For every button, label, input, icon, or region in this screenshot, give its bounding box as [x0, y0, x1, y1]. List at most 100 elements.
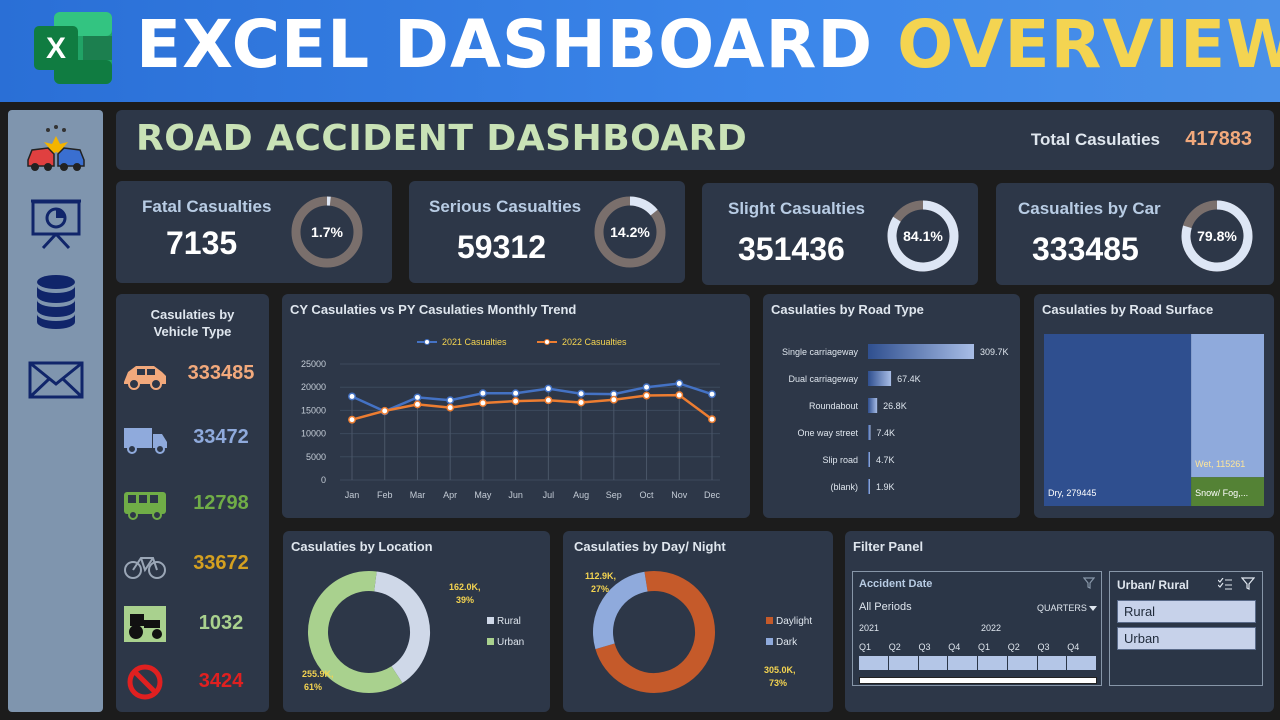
timeline-bar[interactable] [859, 656, 1097, 670]
slicer-option-urban[interactable]: Urban [1117, 627, 1256, 650]
kpi-label: Slight Casualties [728, 199, 865, 218]
data-label: 309.7K [980, 347, 1009, 357]
quarter-cell[interactable] [1037, 656, 1067, 670]
bar [868, 371, 892, 386]
data-label-percent: 61% [304, 682, 322, 692]
vehicle-row: 33672 [116, 544, 269, 584]
quarter-labels: Q1 Q2 Q3 Q4 Q1 Q2 Q3 Q4 [859, 642, 1097, 654]
vehicle-value: 3424 [198, 670, 244, 692]
vehicle-value: 33672 [193, 552, 249, 574]
y-tick-label: 25000 [301, 359, 326, 369]
vehicle-row: 33472 [116, 418, 269, 458]
data-point [413, 400, 422, 409]
timeline-year: 2021 [859, 623, 880, 633]
sidebar [8, 110, 103, 712]
bar [868, 479, 870, 494]
data-label: 4.7K [876, 455, 895, 465]
data-label: 1.9K [876, 482, 895, 492]
vehicle-row: 12798 [116, 484, 269, 524]
car-crash-icon[interactable] [8, 124, 103, 174]
quarter-cell[interactable] [1067, 656, 1096, 670]
multi-select-icon[interactable] [1218, 578, 1232, 590]
data-point [478, 389, 487, 398]
quarter-cell[interactable] [978, 656, 1007, 670]
data-label: 26.8K [883, 401, 907, 411]
quarter-label: Q1 [859, 642, 872, 652]
data-label: 67.4K [897, 374, 921, 384]
y-tick-label: 15000 [301, 405, 326, 415]
bar [868, 344, 974, 359]
x-tick-label: Apr [443, 490, 457, 500]
data-label-percent: 27% [591, 584, 609, 594]
data-label-value: 112.9K, [585, 571, 616, 581]
kpi-value: 7135 [166, 225, 238, 261]
y-tick-label: 5000 [306, 452, 326, 462]
vehicle-row: 1032 [116, 604, 269, 644]
data-point [348, 392, 356, 401]
total-casualties-label: Total Casulaties [1030, 130, 1160, 149]
road-type-chart: Single carriageway 309.7K Dual carriageway… [782, 344, 1009, 494]
category-label: Dual carriageway [788, 374, 858, 384]
accident-date-timeline[interactable]: Accident Date All Periods QUARTERS 2021 … [852, 571, 1102, 686]
data-label-value: 305.0K, [764, 665, 796, 675]
data-label-value: 162.0K, [449, 582, 481, 592]
data-point [609, 395, 618, 404]
legend-marker [424, 339, 430, 345]
clear-filter-icon[interactable] [1241, 577, 1255, 590]
car-icon [124, 366, 166, 390]
tractor-icon [124, 606, 166, 642]
quarter-cell[interactable] [859, 656, 888, 670]
legend-item: Dark [766, 637, 798, 648]
quarter-cell[interactable] [948, 656, 977, 670]
data-point [544, 396, 553, 405]
treemap-tile [1044, 334, 1192, 506]
legend-swatch [766, 638, 773, 645]
x-tick-label: Nov [671, 490, 688, 500]
data-point [478, 399, 487, 407]
vehicle-value: 1032 [198, 612, 244, 634]
x-tick-label: Jun [508, 490, 523, 500]
x-tick-label: Mar [410, 490, 426, 500]
legend-marker [544, 339, 550, 345]
quarter-label: Q3 [918, 642, 931, 652]
timeline-header: Accident Date [859, 578, 933, 590]
quarter-cell[interactable] [888, 656, 918, 670]
location-donut-chart: 162.0K, 39% Rural 255.9K, 61% Urban [302, 571, 524, 693]
kpi-percent: 79.8% [1197, 228, 1237, 244]
mail-icon[interactable] [8, 360, 103, 400]
x-tick-label: Jan [345, 490, 360, 500]
quarter-label: Q1 [978, 642, 991, 652]
bar [868, 425, 871, 440]
x-tick-label: Oct [640, 490, 655, 500]
data-label-percent: 39% [456, 595, 474, 605]
legend-swatch [766, 617, 773, 624]
donut-slice [373, 571, 430, 684]
legend-label: 2021 Casualties [442, 337, 507, 347]
bar [868, 452, 870, 467]
data-point [413, 393, 422, 402]
vehicle-value: 12798 [193, 492, 249, 514]
data-point [708, 390, 716, 399]
timeline-granularity[interactable]: QUARTERS [1037, 603, 1087, 613]
clear-filter-icon[interactable] [1083, 577, 1095, 589]
quarter-label: Q4 [1067, 642, 1080, 652]
data-point [348, 415, 356, 424]
vehicle-type-title: Casulaties by Vehicle Type [150, 307, 235, 339]
quarter-cell[interactable] [1007, 656, 1037, 670]
slicer-option-rural[interactable]: Rural [1117, 600, 1256, 623]
presentation-chart-icon[interactable] [8, 196, 103, 250]
x-tick-label: Feb [377, 490, 393, 500]
timeline-periods: All Periods [859, 601, 912, 613]
road-type-panel: Casulaties by Road Type Single carriagew… [763, 294, 1020, 518]
excel-logo-icon: X [34, 12, 112, 84]
database-icon[interactable] [8, 274, 103, 330]
timeline-scrollbar[interactable] [859, 677, 1097, 684]
quarter-cell[interactable] [918, 656, 948, 670]
quarter-label: Q3 [1037, 642, 1050, 652]
kpi-donut: 14.2% [594, 196, 666, 268]
chevron-down-icon[interactable] [1089, 606, 1097, 612]
x-tick-label: May [474, 490, 492, 500]
truck-icon [124, 428, 167, 454]
kpi-label: Fatal Casualties [142, 197, 272, 216]
tile-label: Wet, 115261 [1195, 459, 1245, 469]
